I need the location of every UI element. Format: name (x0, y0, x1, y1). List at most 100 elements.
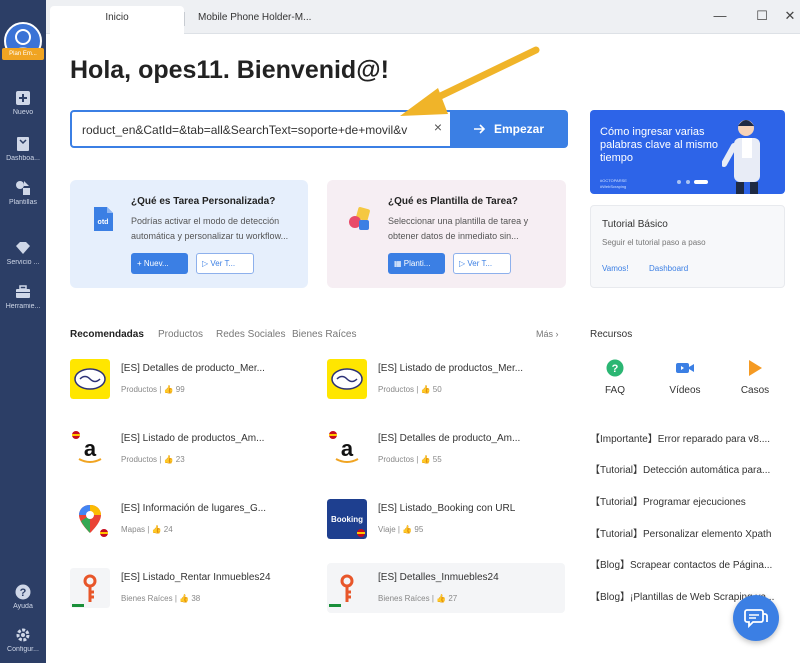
thumbs-up-icon: 👍 (179, 594, 190, 603)
sidebar-item-configuracion[interactable]: Configur... (0, 627, 46, 653)
thumbs-up-icon: 👍 (436, 594, 447, 603)
svg-text:?: ? (612, 363, 619, 375)
resource-link[interactable]: 【Tutorial】Detección automática para... (590, 461, 800, 476)
sidebar-item-plantillas[interactable]: Plantillas (0, 180, 46, 206)
resource-link[interactable]: 【Tutorial】Programar ejecuciones (590, 493, 800, 508)
template-name: [ES] Detalles de producto_Mer... (121, 363, 265, 374)
minimize-button[interactable]: — (710, 8, 730, 23)
mercadolibre-icon (70, 359, 110, 399)
template-meta: Bienes Raíces | 👍 38 (121, 594, 201, 603)
amazon-icon: a (327, 429, 367, 469)
diamond-icon (16, 242, 30, 254)
template-meta: Productos | 👍 55 (378, 455, 442, 464)
template-item[interactable]: [ES] Listado_Rentar Inmuebles24 Bienes R… (70, 566, 308, 610)
new-task-button-label: Nuev... (143, 259, 169, 268)
tutorial-start-link[interactable]: Vamos! (602, 264, 629, 273)
resources-title: Recursos (590, 329, 633, 340)
inmuebles24-icon (70, 568, 110, 608)
banner-text: Cómo ingresar varias palabras clave al m… (600, 126, 718, 164)
template-name: [ES] Detalles_Inmuebles24 (378, 572, 499, 583)
new-task-button[interactable]: + Nuev... (131, 253, 188, 274)
template-meta: Bienes Raíces | 👍 27 (378, 594, 458, 603)
template-item[interactable]: [ES] Información de lugares_G... Mapas |… (70, 497, 308, 541)
sidebar-item-label: Servicio ... (6, 259, 40, 266)
template-item[interactable]: a [ES] Listado de productos_Am... Produc… (70, 427, 308, 471)
sidebar-item-herramientas[interactable]: Herramie... (0, 284, 46, 310)
sidebar-item-dashboard[interactable]: Dashboa... (0, 136, 46, 162)
videos-link[interactable]: Vídeos (661, 359, 709, 396)
sidebar: Plan Em... Nuevo Dashboa... Plantillas S… (0, 0, 46, 663)
close-button[interactable]: ✕ (780, 8, 800, 24)
tab-inicio[interactable]: Inicio (50, 6, 184, 34)
maximize-button[interactable]: ☐ (752, 8, 772, 24)
resource-link[interactable]: 【Blog】Scrapear contactos de Página... (590, 556, 800, 571)
url-input[interactable] (82, 120, 422, 140)
sidebar-item-label: Herramie... (5, 303, 41, 310)
template-category: Bienes Raíces (378, 594, 430, 603)
template-item[interactable]: [ES] Detalles_Inmuebles24 Bienes Raíces … (327, 563, 565, 613)
sidebar-item-servicio[interactable]: Servicio ... (0, 240, 46, 266)
svg-text:Booking: Booking (331, 515, 363, 524)
gear-icon (16, 628, 30, 642)
chat-button[interactable] (733, 595, 779, 641)
sidebar-item-ayuda[interactable]: ? Ayuda (0, 584, 46, 610)
clear-icon[interactable]: × (430, 119, 446, 135)
mercadolibre-icon (327, 359, 367, 399)
tab-redes-sociales[interactable]: Redes Sociales (216, 329, 285, 340)
template-likes: 99 (175, 385, 185, 394)
banner-tag-2: #WebScraping (600, 184, 627, 189)
cases-icon (749, 360, 762, 376)
template-meta: Productos | 👍 23 (121, 455, 185, 464)
booking-icon: Booking (327, 499, 367, 539)
template-shapes-icon (349, 207, 370, 230)
template-name: [ES] Información de lugares_G... (121, 503, 267, 514)
start-button[interactable]: Empezar (450, 110, 568, 148)
faq-link[interactable]: ? FAQ (591, 359, 639, 396)
tab-divider (184, 12, 185, 26)
template-item[interactable]: a [ES] Detalles de producto_Am... Produc… (327, 427, 565, 471)
template-likes: 27 (448, 594, 458, 603)
resource-link[interactable]: 【Tutorial】Personalizar elemento Xpath (590, 525, 800, 540)
template-category: Productos (121, 455, 158, 464)
more-link-label: Más (536, 329, 554, 339)
carousel-dots[interactable] (676, 179, 712, 185)
view-tutorial-label: Ver T... (467, 259, 493, 268)
template-meta: Productos | 👍 50 (378, 385, 442, 394)
more-link[interactable]: Más › (536, 329, 559, 339)
tab-productos[interactable]: Productos (158, 329, 203, 340)
card-description: Podrías activar el modo de detección aut… (131, 216, 289, 241)
templates-button[interactable]: ▦ Planti... (388, 253, 445, 274)
cases-link[interactable]: Casos (731, 359, 779, 396)
google-maps-icon (70, 499, 110, 539)
sidebar-item-nuevo[interactable]: Nuevo (0, 90, 46, 116)
thumbs-up-icon: 👍 (163, 455, 174, 464)
template-likes: 23 (175, 455, 185, 464)
template-item[interactable]: Booking [ES] Listado_Booking con URL Via… (327, 497, 565, 541)
tab-bienes-raices[interactable]: Bienes Raíces (292, 329, 356, 340)
templates-icon (16, 181, 30, 195)
template-category: Mapas (121, 525, 146, 534)
sidebar-item-label: Configur... (7, 646, 39, 653)
view-tutorial-button[interactable]: ▷ Ver T... (196, 253, 254, 274)
template-category: Bienes Raíces (121, 594, 173, 603)
tutorial-dashboard-link[interactable]: Dashboard (649, 264, 688, 273)
template-category: Productos (378, 455, 415, 464)
chevron-right-icon: › (555, 329, 559, 339)
template-item[interactable]: [ES] Listado de productos_Mer... Product… (327, 357, 565, 401)
tab-recomendadas[interactable]: Recomendadas (70, 329, 144, 340)
arrow-right-icon (473, 124, 486, 134)
templates-button-label: Planti... (403, 259, 431, 268)
sidebar-item-label: Nuevo (12, 109, 34, 116)
resource-link[interactable]: 【Importante】Error reparado para v8.... (590, 430, 800, 445)
cases-label: Casos (740, 385, 770, 396)
template-item[interactable]: [ES] Detalles de producto_Mer... Product… (70, 357, 308, 401)
view-tutorial-button[interactable]: ▷ Ver T... (453, 253, 511, 274)
template-task-card: ¿Qué es Plantilla de Tarea? Seleccionar … (327, 180, 566, 288)
tab-mobile-phone-holder[interactable]: Mobile Phone Holder-M... (188, 6, 338, 34)
bookmark-icon (17, 137, 29, 151)
template-category: Productos (378, 385, 415, 394)
sidebar-item-label: Ayuda (13, 603, 33, 610)
thumbs-up-icon: 👍 (402, 525, 413, 534)
amazon-icon: a (70, 429, 110, 469)
template-likes: 50 (432, 385, 442, 394)
